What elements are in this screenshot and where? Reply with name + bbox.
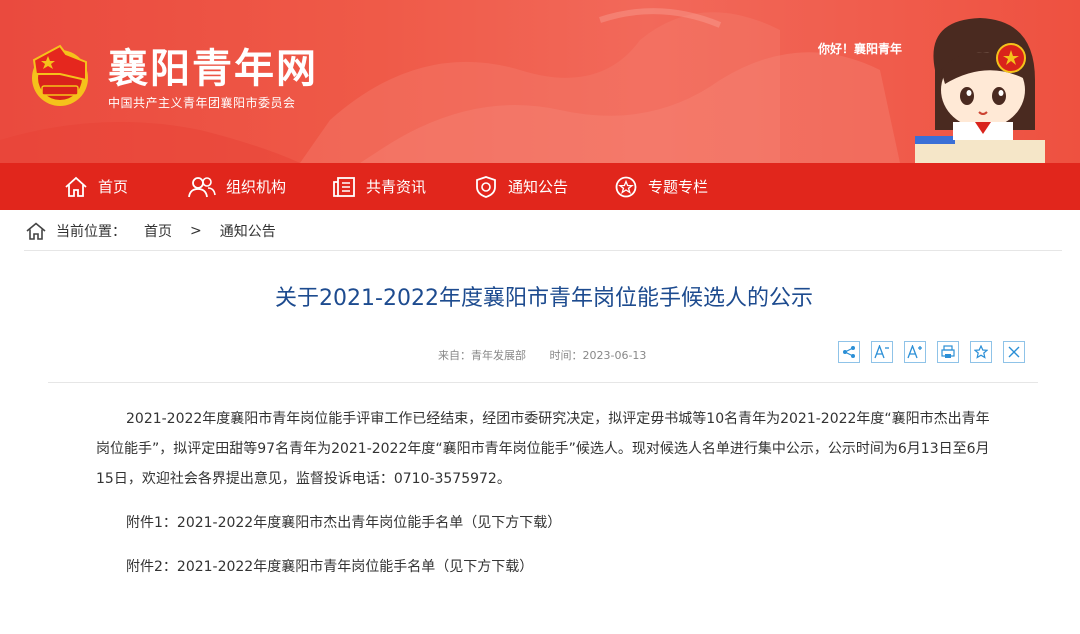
print-icon — [941, 345, 955, 358]
attachment-2: 附件2：2021-2022年度襄阳市青年岗位能手名单（见下方下载） — [126, 559, 534, 575]
breadcrumb-separator: > — [190, 223, 202, 239]
font-increase-button[interactable] — [904, 341, 926, 363]
league-emblem-icon[interactable] — [26, 40, 94, 110]
divider — [48, 382, 1038, 383]
breadcrumb-link-home[interactable]: 首页 — [144, 221, 172, 241]
nav-label: 首页 — [98, 178, 129, 196]
star-badge-icon — [615, 176, 637, 197]
mascot-illustration — [915, 18, 1045, 163]
close-icon — [1008, 346, 1020, 358]
main-nav: 首页 组织机构 共青资讯 通知公告 专题专栏 — [0, 163, 1080, 210]
nav-label: 共青资讯 — [366, 178, 427, 196]
nav-label: 专题专栏 — [648, 178, 709, 196]
nav-item-news[interactable]: 共青资讯 — [332, 163, 426, 210]
breadcrumb-prefix: 当前位置： — [56, 224, 126, 240]
attachment-1: 附件1：2021-2022年度襄阳市杰出青年岗位能手名单（见下方下载） — [126, 515, 562, 531]
site-banner: 襄阳青年网 中国共产主义青年团襄阳市委员会 你好！襄阳青年 — [0, 0, 1080, 163]
people-icon — [188, 176, 216, 197]
article-time: 时间：2023-06-13 — [549, 349, 647, 362]
article-source: 来自：青年发展部 — [438, 349, 526, 362]
breadcrumb-link-notices[interactable]: 通知公告 — [220, 221, 276, 241]
site-subtitle: 中国共产主义青年团襄阳市委员会 — [108, 96, 296, 110]
font-increase-icon — [907, 345, 922, 359]
article-paragraph: 2021-2022年度襄阳市青年岗位能手评审工作已经结束，经团市委研究决定，拟评… — [96, 411, 990, 487]
home-icon — [65, 176, 87, 197]
slogan-text: 你好！襄阳青年 — [818, 42, 903, 56]
share-button[interactable] — [838, 341, 860, 363]
font-decrease-icon — [874, 345, 889, 359]
shield-icon — [476, 175, 496, 198]
favorite-button[interactable] — [970, 341, 992, 363]
article-title: 关于2021-2022年度襄阳市青年岗位能手候选人的公示 — [275, 286, 813, 311]
print-button[interactable] — [937, 341, 959, 363]
font-decrease-button[interactable] — [871, 341, 893, 363]
nav-label: 组织机构 — [226, 178, 287, 196]
nav-label: 通知公告 — [508, 178, 569, 196]
nav-item-organization[interactable]: 组织机构 — [188, 163, 286, 210]
newspaper-icon — [333, 176, 355, 197]
article-body: 2021-2022年度襄阳市青年岗位能手评审工作已经结束，经团市委研究决定，拟评… — [96, 404, 994, 494]
nav-item-topics[interactable]: 专题专栏 — [614, 163, 708, 210]
close-button[interactable] — [1003, 341, 1025, 363]
article-toolbar — [838, 341, 1036, 363]
home-icon[interactable] — [26, 222, 46, 240]
breadcrumb: 当前位置： 首页 > 通知公告 — [24, 212, 1062, 251]
share-icon — [843, 346, 855, 358]
favorite-icon — [974, 345, 988, 359]
article-meta: 来自：青年发展部 时间：2023-06-13 — [438, 347, 666, 363]
nav-item-home[interactable]: 首页 — [64, 163, 128, 210]
site-title[interactable]: 襄阳青年网 — [108, 46, 318, 92]
nav-item-notices[interactable]: 通知公告 — [474, 163, 568, 210]
